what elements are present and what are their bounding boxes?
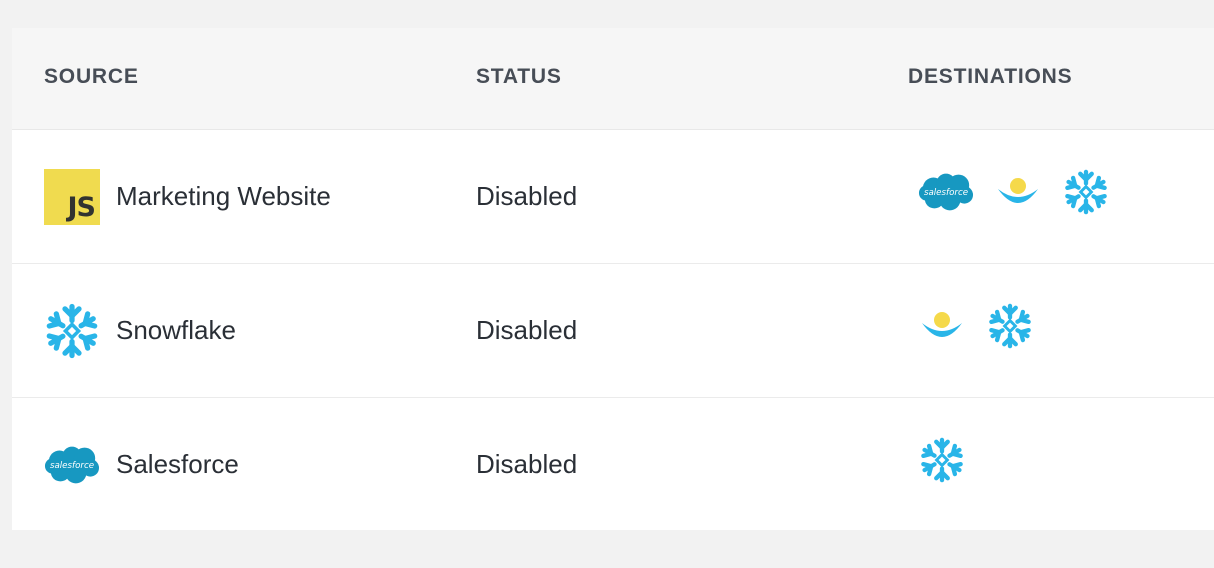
table-body: JS Marketing Website Disabled salesforce Sno… (12, 130, 1214, 531)
source-name[interactable]: Salesforce (116, 449, 239, 480)
snowflake-icon (44, 303, 100, 359)
sources-table: SOURCE STATUS DESTINATIONS JS Marketing W… (12, 28, 1214, 530)
table-row[interactable]: salesforce Salesforce Disabled (12, 398, 1214, 531)
sunrise-icon[interactable] (918, 302, 966, 350)
javascript-icon: JS (44, 169, 100, 225)
status-text: Disabled (476, 449, 578, 479)
column-header-source[interactable]: SOURCE (44, 65, 139, 89)
destinations-list: salesforce (918, 168, 1110, 216)
destinations-list (918, 302, 1034, 350)
snowflake-icon[interactable] (1062, 168, 1110, 216)
source-name[interactable]: Snowflake (116, 315, 236, 346)
snowflake-icon[interactable] (986, 302, 1034, 350)
table-row[interactable]: JS Marketing Website Disabled salesforce (12, 130, 1214, 264)
destinations-list (918, 436, 966, 484)
column-header-status[interactable]: STATUS (476, 65, 562, 89)
source-name[interactable]: Marketing Website (116, 181, 331, 212)
table-row[interactable]: Snowflake Disabled (12, 264, 1214, 398)
snowflake-icon[interactable] (918, 436, 966, 484)
sunrise-icon[interactable] (994, 168, 1042, 216)
salesforce-icon: salesforce (44, 437, 100, 493)
table-header: SOURCE STATUS DESTINATIONS (12, 28, 1214, 130)
status-text: Disabled (476, 315, 578, 345)
column-header-destinations[interactable]: DESTINATIONS (908, 65, 1072, 89)
status-text: Disabled (476, 181, 578, 211)
svg-text:salesforce: salesforce (50, 461, 94, 471)
svg-text:salesforce: salesforce (924, 188, 968, 198)
salesforce-icon[interactable]: salesforce (918, 168, 974, 216)
